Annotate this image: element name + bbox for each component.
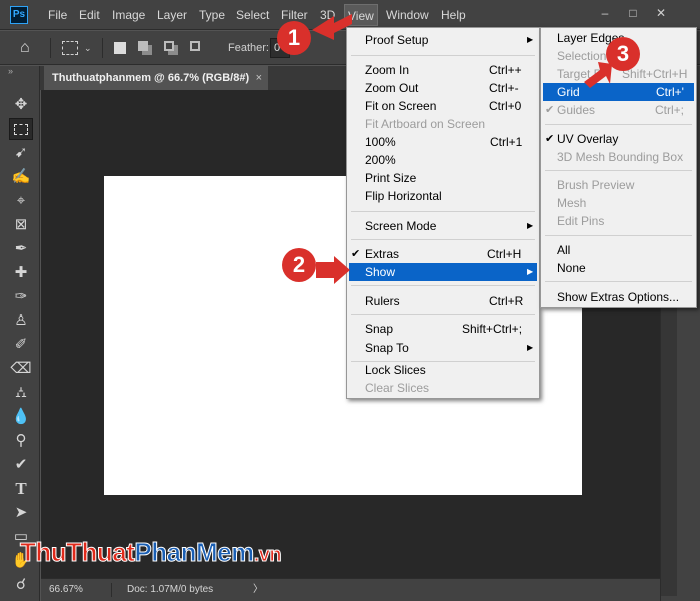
step-3-badge: 3 bbox=[606, 37, 640, 71]
arrow-to-show-icon bbox=[316, 256, 350, 284]
step-1-badge: 1 bbox=[277, 21, 311, 55]
step-2-badge: 2 bbox=[282, 248, 316, 282]
annotation-arrows bbox=[312, 14, 612, 284]
arrow-to-view-icon bbox=[312, 14, 352, 40]
watermark-logo: ThuThuatPhanMem.vn bbox=[19, 537, 282, 568]
arrow-to-grid-icon bbox=[584, 62, 612, 88]
